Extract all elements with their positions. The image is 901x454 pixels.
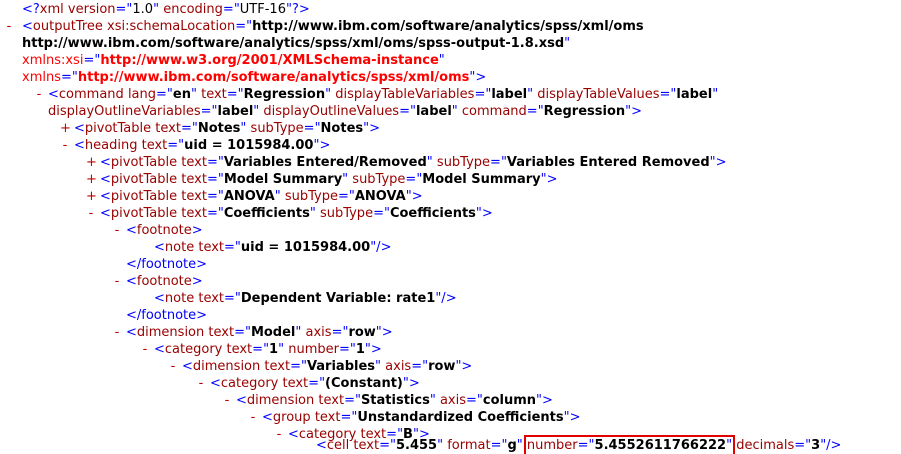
xml-declaration: <?xml version="1.0" encoding="UTF-16"?> [22, 2, 310, 17]
command-open-tag-continued: displayOutlineVariables="label" displayO… [48, 104, 643, 119]
toggle-pivot-variables[interactable]: + [86, 155, 97, 170]
heading-open-tag: <heading text="uid = 1015984.00"> [74, 138, 331, 153]
outputtree-xmlns-xsi: xmlns:xsi="http://www.w3.org/2001/XMLSch… [22, 53, 445, 68]
footnote-close-tag: </footnote> [126, 257, 208, 272]
category-1: <category text="1" number="1"> [154, 342, 382, 357]
toggle-dimension-statistics[interactable]: - [222, 393, 232, 408]
group-unstandardized: <group text="Unstandardized Coefficients… [262, 410, 581, 425]
cell-element: <cell text="5.455" format="g" number="5.… [316, 435, 842, 454]
outputtree-xmlns: xmlns="http://www.ibm.com/software/analy… [22, 70, 487, 85]
dimension-model: <dimension text="Model" axis="row"> [126, 325, 393, 340]
dimension-statistics: <dimension text="Statistics" axis="colum… [236, 393, 553, 408]
toggle-pivot-notes[interactable]: + [60, 121, 71, 136]
xml-tree-viewer: <?xml version="1.0" encoding="UTF-16"?> … [0, 0, 901, 454]
pivottable-model-summary: <pivotTable text="Model Summary" subType… [100, 172, 558, 187]
outputtree-open-tag: <outputTree xsi:schemaLocation="http://w… [22, 19, 644, 34]
toggle-outputtree[interactable]: - [4, 19, 14, 34]
toggle-heading[interactable]: - [60, 138, 70, 153]
outputtree-schema-continued: http://www.ibm.com/software/analytics/sp… [22, 36, 571, 51]
toggle-footnote-1[interactable]: - [112, 223, 122, 238]
footnote-close-tag: </footnote> [126, 308, 208, 323]
toggle-command[interactable]: - [34, 87, 44, 102]
pivottable-variables: <pivotTable text="Variables Entered/Remo… [100, 155, 727, 170]
pivottable-anova: <pivotTable text="ANOVA" subType="ANOVA"… [100, 189, 423, 204]
toggle-dimension-model[interactable]: - [112, 325, 122, 340]
footnote-open-tag: <footnote> [126, 274, 203, 289]
pivottable-notes: <pivotTable text="Notes" subType="Notes"… [74, 121, 381, 136]
toggle-category-constant[interactable]: - [196, 376, 206, 391]
toggle-footnote-2[interactable]: - [112, 274, 122, 289]
toggle-group-unstandardized[interactable]: - [248, 410, 258, 425]
command-open-tag: <command lang="en" text="Regression" dis… [48, 87, 719, 102]
dimension-variables: <dimension text="Variables" axis="row"> [182, 359, 473, 374]
toggle-category-1[interactable]: - [140, 342, 150, 357]
toggle-pivot-model-summary[interactable]: + [86, 172, 97, 187]
footnote-open-tag: <footnote> [126, 223, 203, 238]
toggle-pivot-anova[interactable]: + [86, 189, 97, 204]
note-element: <note text="uid = 1015984.00"/> [154, 240, 392, 255]
note-element: <note text="Dependent Variable: rate1"/> [154, 291, 457, 306]
pivottable-coefficients: <pivotTable text="Coefficients" subType=… [100, 206, 493, 221]
toggle-pivot-coefficients[interactable]: - [86, 206, 96, 221]
toggle-dimension-variables[interactable]: - [168, 359, 178, 374]
toggle-category-b[interactable]: - [274, 427, 284, 442]
category-constant: <category text="(Constant)"> [210, 376, 420, 391]
